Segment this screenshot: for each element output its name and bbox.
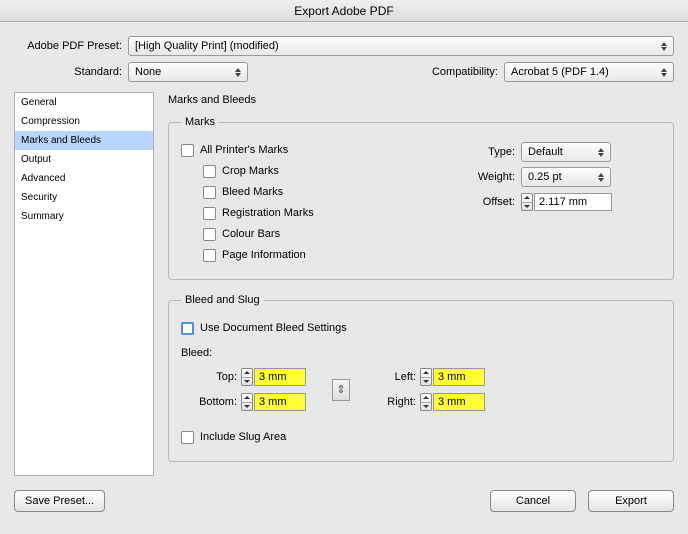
- stepper-up-icon: [423, 396, 429, 399]
- stepper-down-icon: [244, 405, 250, 408]
- bleed-bottom-label: Bottom:: [181, 396, 237, 408]
- offset-value: 2.117 mm: [539, 196, 587, 208]
- offset-input[interactable]: 2.117 mm: [534, 193, 612, 211]
- dropdown-arrows-icon: [233, 63, 243, 81]
- include-slug-label: Include Slug Area: [200, 431, 286, 443]
- link-icon[interactable]: ⇕: [332, 379, 350, 401]
- window-title: Export Adobe PDF: [294, 4, 393, 18]
- save-preset-button[interactable]: Save Preset...: [14, 490, 105, 512]
- type-value: Default: [528, 146, 563, 158]
- dropdown-arrows-icon: [596, 143, 606, 161]
- dialog-content: Adobe PDF Preset: [High Quality Print] (…: [0, 22, 688, 522]
- sidebar-item-summary[interactable]: Summary: [15, 207, 153, 226]
- marks-group: Marks All Printer's Marks Crop Marks: [168, 116, 674, 280]
- sidebar-item-label: Output: [21, 154, 51, 165]
- standard-label: Standard:: [14, 66, 122, 78]
- standard-value: None: [135, 66, 161, 78]
- page-information-label: Page Information: [222, 249, 306, 261]
- compatibility-select[interactable]: Acrobat 5 (PDF 1.4): [504, 62, 674, 82]
- sidebar-item-label: Marks and Bleeds: [21, 135, 101, 146]
- sidebar-item-label: Advanced: [21, 173, 65, 184]
- type-label: Type:: [461, 146, 515, 158]
- include-slug-checkbox[interactable]: [181, 431, 194, 444]
- window-titlebar: Export Adobe PDF: [0, 0, 688, 22]
- bleed-left-input[interactable]: 3 mm: [433, 368, 485, 386]
- bleed-bottom-value: 3 mm: [259, 396, 287, 408]
- bleed-bottom-stepper[interactable]: [241, 393, 253, 411]
- use-document-bleed-label: Use Document Bleed Settings: [200, 322, 347, 334]
- sidebar-item-label: Compression: [21, 116, 80, 127]
- bleed-slug-group: Bleed and Slug Use Document Bleed Settin…: [168, 294, 674, 462]
- crop-marks-label: Crop Marks: [222, 165, 279, 177]
- sidebar-item-marks-and-bleeds[interactable]: Marks and Bleeds: [15, 131, 153, 150]
- dropdown-arrows-icon: [659, 63, 669, 81]
- stepper-down-icon: [423, 380, 429, 383]
- bleed-top-value: 3 mm: [259, 371, 287, 383]
- stepper-up-icon: [244, 371, 250, 374]
- page-information-checkbox[interactable]: [203, 249, 216, 262]
- preset-select[interactable]: [High Quality Print] (modified): [128, 36, 674, 56]
- bleed-top-input[interactable]: 3 mm: [254, 368, 306, 386]
- dropdown-arrows-icon: [659, 37, 669, 55]
- stepper-up-icon: [524, 196, 530, 199]
- compatibility-label: Compatibility:: [432, 66, 498, 78]
- sidebar-item-label: Security: [21, 192, 57, 203]
- type-select[interactable]: Default: [521, 142, 611, 162]
- all-printers-marks-checkbox[interactable]: [181, 144, 194, 157]
- weight-select[interactable]: 0.25 pt: [521, 167, 611, 187]
- sidebar-item-compression[interactable]: Compression: [15, 112, 153, 131]
- registration-marks-checkbox[interactable]: [203, 207, 216, 220]
- bleed-right-value: 3 mm: [438, 396, 466, 408]
- marks-legend: Marks: [181, 116, 219, 128]
- export-button[interactable]: Export: [588, 490, 674, 512]
- registration-marks-label: Registration Marks: [222, 207, 314, 219]
- use-document-bleed-checkbox[interactable]: [181, 322, 194, 335]
- preset-value: [High Quality Print] (modified): [135, 40, 279, 52]
- colour-bars-checkbox[interactable]: [203, 228, 216, 241]
- weight-value: 0.25 pt: [528, 171, 562, 183]
- weight-label: Weight:: [461, 171, 515, 183]
- cancel-button[interactable]: Cancel: [490, 490, 576, 512]
- offset-label: Offset:: [461, 196, 515, 208]
- sidebar-item-label: General: [21, 97, 57, 108]
- category-sidebar: General Compression Marks and Bleeds Out…: [14, 92, 154, 476]
- cancel-label: Cancel: [516, 495, 550, 507]
- standard-select[interactable]: None: [128, 62, 248, 82]
- compatibility-value: Acrobat 5 (PDF 1.4): [511, 66, 609, 78]
- bleed-right-label: Right:: [376, 396, 416, 408]
- sidebar-item-general[interactable]: General: [15, 93, 153, 112]
- dropdown-arrows-icon: [596, 168, 606, 186]
- sidebar-item-advanced[interactable]: Advanced: [15, 169, 153, 188]
- bleed-top-label: Top:: [181, 371, 237, 383]
- crop-marks-checkbox[interactable]: [203, 165, 216, 178]
- bleed-top-stepper[interactable]: [241, 368, 253, 386]
- bleed-right-input[interactable]: 3 mm: [433, 393, 485, 411]
- stepper-up-icon: [244, 396, 250, 399]
- bleed-marks-label: Bleed Marks: [222, 186, 283, 198]
- stepper-down-icon: [524, 205, 530, 208]
- main-panel: Marks and Bleeds Marks All Printer's Mar…: [168, 92, 674, 476]
- export-label: Export: [615, 495, 647, 507]
- stepper-down-icon: [423, 405, 429, 408]
- all-printers-marks-label: All Printer's Marks: [200, 144, 288, 156]
- save-preset-label: Save Preset...: [25, 495, 94, 507]
- stepper-up-icon: [423, 371, 429, 374]
- sidebar-item-output[interactable]: Output: [15, 150, 153, 169]
- bleed-left-stepper[interactable]: [420, 368, 432, 386]
- sidebar-item-label: Summary: [21, 211, 64, 222]
- sidebar-item-security[interactable]: Security: [15, 188, 153, 207]
- bleed-label: Bleed:: [181, 347, 661, 359]
- bleed-marks-checkbox[interactable]: [203, 186, 216, 199]
- bleed-slug-legend: Bleed and Slug: [181, 294, 264, 306]
- bleed-bottom-input[interactable]: 3 mm: [254, 393, 306, 411]
- preset-label: Adobe PDF Preset:: [14, 40, 122, 52]
- bleed-right-stepper[interactable]: [420, 393, 432, 411]
- bleed-left-label: Left:: [376, 371, 416, 383]
- section-title: Marks and Bleeds: [168, 94, 674, 106]
- offset-stepper[interactable]: [521, 193, 533, 211]
- stepper-down-icon: [244, 380, 250, 383]
- bleed-left-value: 3 mm: [438, 371, 466, 383]
- colour-bars-label: Colour Bars: [222, 228, 280, 240]
